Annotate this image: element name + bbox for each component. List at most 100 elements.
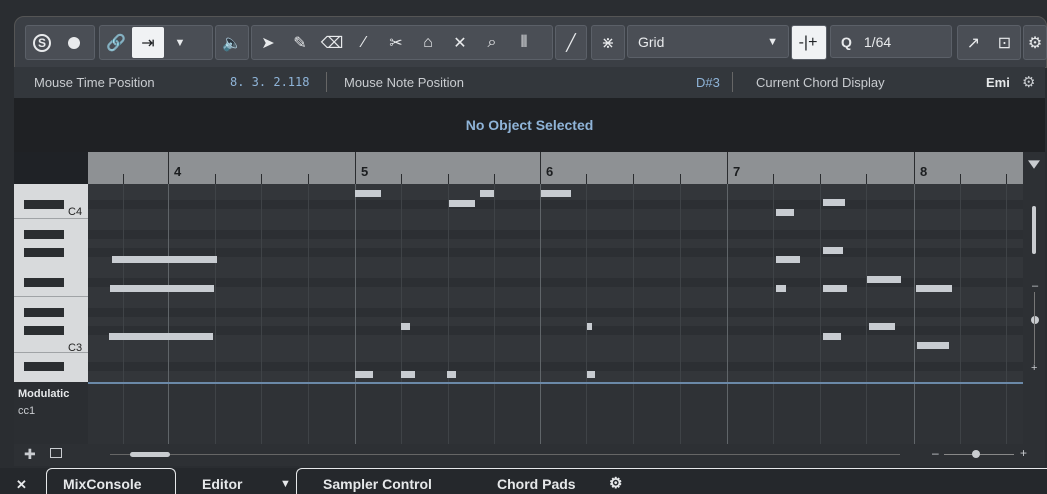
- zoom-in-icon[interactable]: +: [1031, 362, 1037, 374]
- bar-label: 7: [733, 164, 741, 179]
- acoustic-feedback-button[interactable]: 🔈: [215, 25, 249, 60]
- lower-zone-tabs: ✕ MixConsole Editor ▼ Sampler Control Ch…: [0, 468, 1047, 494]
- midi-note[interactable]: [823, 285, 847, 292]
- gear-icon[interactable]: ⚙: [1022, 73, 1035, 91]
- link-icon[interactable]: 🔗: [100, 27, 132, 58]
- zoom-icon[interactable]: ⌕: [476, 27, 508, 58]
- midi-note[interactable]: [447, 371, 456, 378]
- beat-line: [448, 184, 449, 382]
- midi-note[interactable]: [355, 371, 373, 378]
- draw-icon[interactable]: ✎: [284, 27, 316, 58]
- midi-note[interactable]: [776, 285, 786, 292]
- midi-note[interactable]: [401, 323, 410, 330]
- snap-to-zero-button[interactable]: -|+: [791, 25, 827, 60]
- midi-note[interactable]: [869, 323, 895, 330]
- black-key[interactable]: [24, 200, 64, 209]
- midi-note[interactable]: [355, 190, 381, 197]
- midi-note[interactable]: [867, 276, 901, 283]
- midi-note[interactable]: [480, 190, 494, 197]
- black-key[interactable]: [24, 362, 64, 371]
- lane-preset-icon[interactable]: [50, 448, 62, 458]
- insert-mode-icon[interactable]: ⇥: [132, 27, 164, 58]
- black-key[interactable]: [24, 278, 64, 287]
- midi-note[interactable]: [776, 209, 794, 216]
- tab-chord-pads[interactable]: Chord Pads: [497, 476, 576, 492]
- horizontal-zoom-slider[interactable]: [972, 450, 980, 458]
- chevron-down-icon[interactable]: ▼: [280, 478, 291, 490]
- keyboard-header: [14, 152, 88, 184]
- black-key[interactable]: [24, 230, 64, 239]
- record-button[interactable]: [58, 27, 90, 58]
- vertical-scrollbar-thumb[interactable]: [1032, 206, 1036, 254]
- midi-note[interactable]: [823, 199, 845, 206]
- midi-note[interactable]: [112, 256, 217, 263]
- solo-button[interactable]: S: [26, 27, 58, 58]
- beat-line: [773, 384, 774, 446]
- beat-line: [215, 184, 216, 382]
- midi-note[interactable]: [776, 256, 800, 263]
- ruler-tick: [448, 174, 449, 184]
- object-select-icon[interactable]: ➤: [252, 27, 284, 58]
- erase-icon[interactable]: ⌫: [316, 27, 348, 58]
- vertical-zoom-slider[interactable]: [1031, 316, 1039, 324]
- chevron-down-icon[interactable]: [1028, 160, 1040, 169]
- beat-line: [820, 184, 821, 382]
- tab-editor[interactable]: Editor: [202, 476, 242, 492]
- gear-icon[interactable]: ⚙: [609, 474, 622, 492]
- ruler[interactable]: 4 5 6 7 8: [88, 152, 1023, 184]
- black-key[interactable]: [24, 248, 64, 257]
- setup-window-icon[interactable]: ⊡: [989, 27, 1020, 58]
- controller-lane-header[interactable]: Modulatic cc1: [14, 382, 88, 444]
- midi-note[interactable]: [401, 371, 415, 378]
- midi-note[interactable]: [110, 285, 214, 292]
- bar-line: [355, 384, 356, 446]
- zoom-in-icon[interactable]: +: [1020, 446, 1027, 460]
- midi-note[interactable]: [541, 190, 571, 197]
- midi-note[interactable]: [823, 247, 843, 254]
- tab-mixconsole[interactable]: MixConsole: [46, 468, 176, 494]
- time-warp-icon[interactable]: ⦀: [508, 27, 540, 58]
- tab-sampler-control[interactable]: Sampler Control: [323, 476, 432, 492]
- beat-line: [773, 184, 774, 382]
- mute-icon[interactable]: ✕: [444, 27, 476, 58]
- beat-line: [1006, 184, 1007, 382]
- bar-label: 8: [920, 164, 928, 179]
- zoom-out-icon[interactable]: –: [932, 446, 939, 460]
- controller-lane[interactable]: [88, 382, 1023, 446]
- settings-button[interactable]: ⚙: [1023, 25, 1047, 60]
- mouse-note-value: D#3: [696, 75, 720, 90]
- bar-line: [914, 384, 915, 446]
- window-group: ↗ ⊡: [957, 25, 1021, 60]
- ruler-bar-line: [540, 152, 541, 184]
- close-icon[interactable]: ✕: [16, 477, 27, 493]
- quantize-select[interactable]: Q 1/64: [830, 25, 952, 58]
- snap-button[interactable]: ⋇: [591, 25, 625, 60]
- midi-note[interactable]: [449, 200, 475, 207]
- ruler-tick: [586, 174, 587, 184]
- piano-keyboard[interactable]: C4 C3: [14, 184, 88, 382]
- arrow-up-right-icon[interactable]: ↗: [958, 27, 989, 58]
- tools-group: ➤ ✎ ⌫ ⁄ ✂ ⌂ ✕ ⌕ ⦀: [251, 25, 553, 60]
- midi-note[interactable]: [916, 285, 952, 292]
- zoom-out-icon[interactable]: –: [1032, 280, 1038, 292]
- add-lane-icon[interactable]: ✚: [24, 446, 36, 463]
- split-icon[interactable]: ✂: [380, 27, 412, 58]
- chevron-down-icon[interactable]: ▼: [164, 27, 196, 58]
- midi-note[interactable]: [109, 333, 213, 340]
- black-key[interactable]: [24, 326, 64, 335]
- trim-icon[interactable]: ⁄: [348, 27, 380, 58]
- glue-icon[interactable]: ⌂: [412, 27, 444, 58]
- midi-note[interactable]: [917, 342, 949, 349]
- line-tool-button[interactable]: ╱: [555, 25, 587, 60]
- midi-note[interactable]: [587, 323, 592, 330]
- midi-note[interactable]: [587, 371, 595, 378]
- controller-lane-name[interactable]: Modulatic: [18, 388, 69, 400]
- bar-label: 5: [361, 164, 369, 179]
- note-grid[interactable]: [88, 184, 1023, 382]
- grid-type-select[interactable]: Grid ▼: [627, 25, 789, 58]
- beat-line: [680, 384, 681, 446]
- black-key[interactable]: [24, 308, 64, 317]
- zoom-track: [1034, 292, 1035, 364]
- horizontal-scrollbar-thumb[interactable]: [130, 452, 170, 457]
- midi-note[interactable]: [823, 333, 841, 340]
